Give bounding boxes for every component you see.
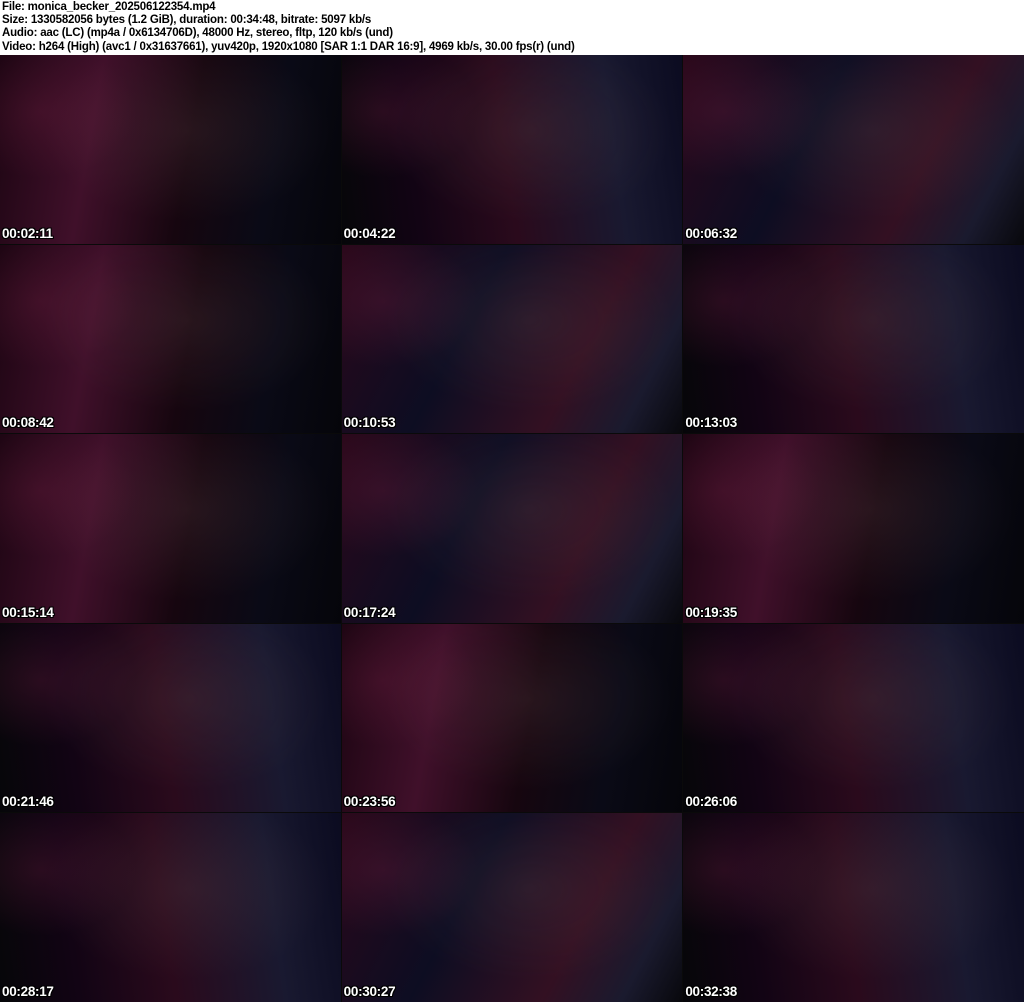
timestamp-overlay: 00:32:38 — [685, 983, 737, 999]
timestamp-overlay: 00:08:42 — [2, 415, 54, 431]
video-thumbnail: 00:02:11 — [0, 55, 341, 244]
file-size-line: Size: 1330582056 bytes (1.2 GiB), durati… — [2, 14, 372, 27]
video-thumbnail: 00:17:24 — [341, 434, 683, 623]
video-thumbnail: 00:28:17 — [0, 813, 341, 1002]
video-thumbnail: 00:23:56 — [341, 623, 683, 813]
video-thumbnail: 00:06:32 — [683, 55, 1024, 244]
timestamp-overlay: 00:06:32 — [685, 225, 737, 241]
video-thumbnail: 00:10:53 — [341, 244, 683, 434]
video-thumbnail: 00:13:03 — [683, 244, 1024, 434]
video-thumbnail: 00:32:38 — [683, 813, 1024, 1002]
video-thumbnail: 00:04:22 — [341, 55, 683, 244]
video-thumbnail: 00:08:42 — [0, 244, 341, 434]
timestamp-overlay: 00:10:53 — [343, 415, 396, 431]
file-name-line: File: monica_becker_202506122354.mp4 — [2, 1, 216, 13]
thumbnail-grid: 00:02:11 00:04:22 00:06:32 00:08:42 00:1… — [0, 55, 1024, 1002]
timestamp-overlay: 00:02:11 — [2, 225, 53, 241]
audio-info-line: Audio: aac (LC) (mp4a / 0x6134706D), 480… — [2, 27, 393, 40]
timestamp-overlay: 00:13:03 — [685, 415, 737, 431]
timestamp-overlay: 00:04:22 — [343, 225, 396, 241]
timestamp-overlay: 00:28:17 — [2, 983, 54, 999]
video-info-line: Video: h264 (High) (avc1 / 0x31637661), … — [2, 40, 575, 53]
video-thumbnail: 00:19:35 — [683, 434, 1024, 623]
timestamp-overlay: 00:17:24 — [343, 604, 396, 620]
video-metadata-header: File: monica_becker_202506122354.mp4 Siz… — [0, 0, 1024, 55]
timestamp-overlay: 00:26:06 — [685, 794, 737, 810]
timestamp-overlay: 00:15:14 — [2, 604, 54, 620]
timestamp-overlay: 00:19:35 — [685, 604, 737, 620]
video-thumbnail: 00:26:06 — [683, 623, 1024, 813]
timestamp-overlay: 00:30:27 — [343, 983, 396, 999]
video-thumbnail: 00:15:14 — [0, 434, 341, 623]
timestamp-overlay: 00:23:56 — [343, 794, 396, 810]
video-thumbnail: 00:21:46 — [0, 623, 341, 813]
timestamp-overlay: 00:21:46 — [2, 794, 54, 810]
video-thumbnail: 00:30:27 — [341, 813, 683, 1002]
